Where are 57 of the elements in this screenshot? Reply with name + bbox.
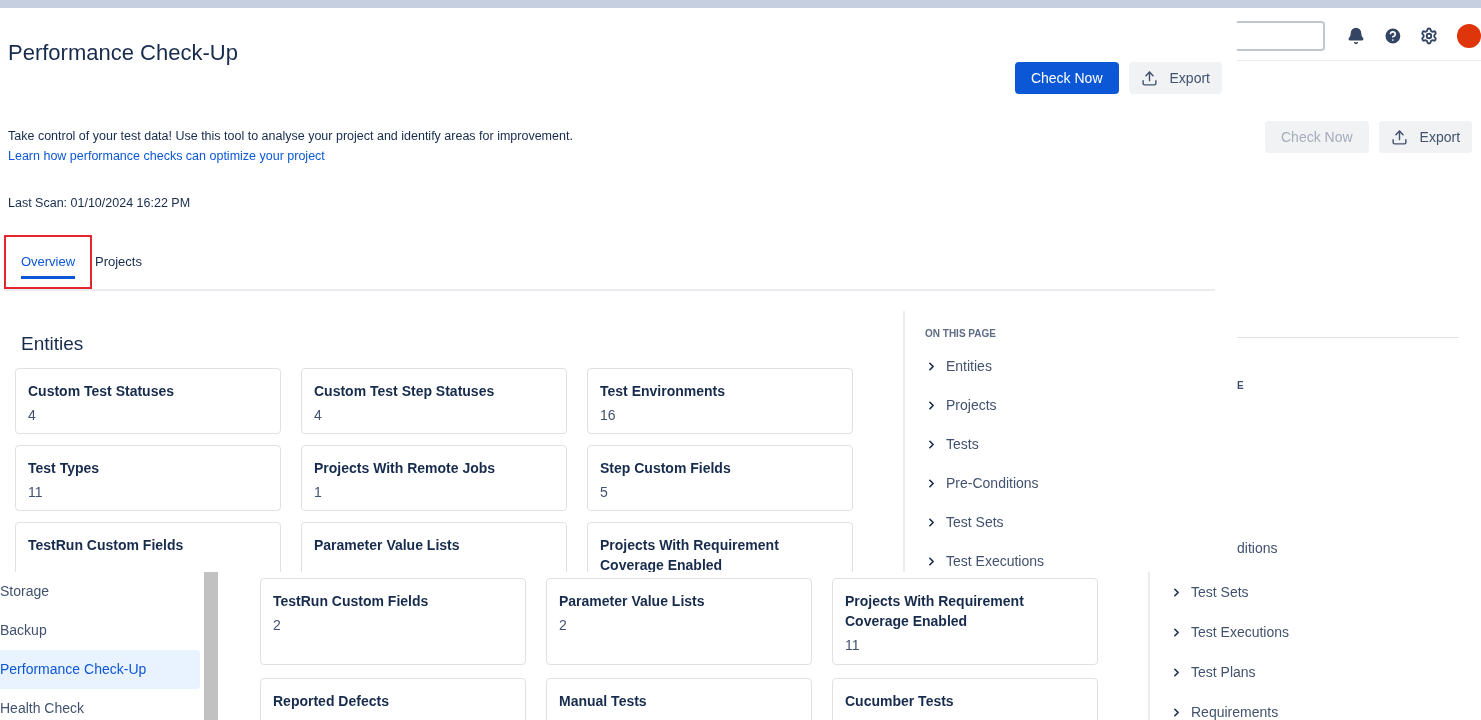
card-title: Projects With Remote Jobs (314, 459, 497, 479)
page-nav-link[interactable]: Requirements (1170, 692, 1290, 720)
page-nav-link[interactable]: Test Sets (1170, 572, 1290, 612)
page-nav-link[interactable]: Test Executions (925, 541, 1045, 572)
on-this-page-heading: ON THIS PAGE (925, 326, 997, 341)
page-nav-link[interactable]: Entities (925, 346, 1045, 386)
card-title: Reported Defects (273, 692, 390, 711)
card-value: 5 (600, 483, 609, 503)
share-icon (1140, 69, 1158, 87)
fragment-text: ditions (1237, 539, 1278, 558)
sidebar-item[interactable]: Health Check (0, 689, 200, 720)
help-icon[interactable] (1383, 25, 1403, 47)
avatar[interactable] (1457, 24, 1481, 48)
card-value: 2 (273, 616, 282, 635)
card-title: Custom Test Statuses (28, 382, 175, 402)
card-title: TestRun Custom Fields (28, 536, 185, 556)
page-title: Performance Check-Up (8, 39, 238, 67)
sidebar-item[interactable]: Storage (0, 572, 200, 611)
tab[interactable]: Overview (4, 234, 92, 289)
fragment-text: E (1237, 379, 1244, 393)
page-nav-link[interactable]: Pre-Conditions (925, 463, 1045, 503)
sidebar-item[interactable]: Backup (0, 611, 200, 650)
description-text: Take control of your test data! Use this tool to analyse your project and identify areas for improvement. (8, 128, 574, 145)
card-title: Manual Tests (559, 692, 648, 711)
sidebar-item[interactable]: Performance Check-Up (0, 650, 200, 689)
learn-more-link[interactable]: Learn how performance checks can optimize your project (8, 146, 325, 166)
page-nav-link[interactable]: Tests (925, 424, 1045, 464)
card-title: Test Environments (600, 382, 726, 402)
page-nav-link[interactable]: Test Sets (925, 502, 1045, 542)
card-title: Test Types (28, 459, 101, 479)
page-nav-link[interactable]: Projects (925, 385, 1045, 425)
card-title: Cucumber Tests (845, 692, 955, 711)
card-title: Custom Test Step Statuses (314, 382, 496, 402)
card-title: TestRun Custom Fields (273, 592, 430, 611)
section-title: Entities (21, 331, 85, 356)
card-title: Parameter Value Lists (559, 592, 706, 611)
export-button[interactable]: Export (1378, 121, 1473, 153)
card-value: 1 (314, 483, 323, 503)
tab[interactable]: Projects (95, 234, 142, 289)
card-value: 4 (28, 406, 37, 426)
card-value: 11 (845, 636, 861, 655)
settings-icon[interactable] (1420, 26, 1438, 46)
page-nav-link[interactable]: Test Plans (1170, 652, 1290, 692)
export-button[interactable]: Export (1128, 62, 1222, 94)
check-now-button[interactable]: Check Now (1014, 62, 1119, 94)
card-value: 4 (314, 406, 323, 426)
bell-icon[interactable] (1347, 26, 1366, 46)
card-title: Projects With Requirement Coverage Enabled (845, 592, 1025, 631)
card-value: 2 (559, 616, 568, 635)
card-value: 11 (28, 483, 44, 503)
share-icon (1390, 128, 1408, 146)
card-title: Step Custom Fields (600, 459, 732, 479)
scrollbar[interactable] (204, 572, 218, 720)
last-scan-text: Last Scan: 01/10/2024 16:22 PM (8, 195, 191, 212)
card-title: Parameter Value Lists (314, 536, 461, 556)
card-value: 16 (600, 406, 617, 426)
page-nav-link[interactable]: Test Executions (1170, 612, 1290, 652)
